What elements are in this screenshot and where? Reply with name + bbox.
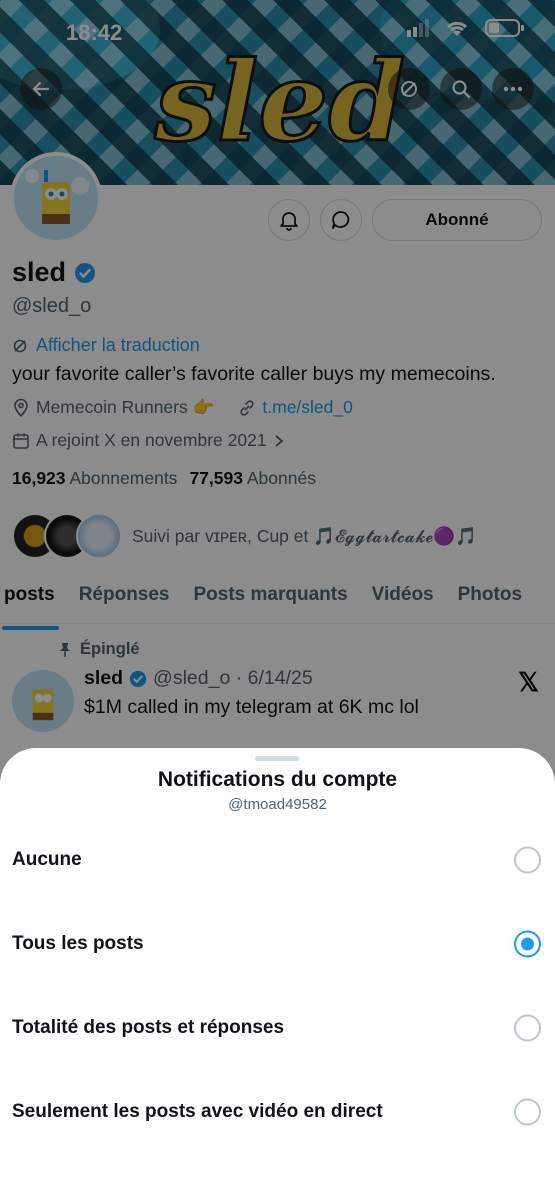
option-all-posts[interactable]: Tous les posts bbox=[0, 902, 555, 986]
option-label: Totalité des posts et réponses bbox=[12, 1017, 285, 1038]
sheet-subtitle: @tmoad49582 bbox=[228, 796, 327, 813]
option-none[interactable]: Aucune bbox=[0, 818, 555, 902]
option-label: Seulement les posts avec vidéo en direct bbox=[12, 1101, 383, 1122]
option-posts-and-replies[interactable]: Totalité des posts et réponses bbox=[0, 986, 555, 1070]
radio-button[interactable] bbox=[514, 930, 541, 958]
radio-button[interactable] bbox=[514, 846, 541, 874]
option-label: Aucune bbox=[12, 849, 82, 870]
option-label: Tous les posts bbox=[12, 933, 144, 954]
option-live-video-only[interactable]: Seulement les posts avec vidéo en direct bbox=[0, 1070, 555, 1154]
radio-button[interactable] bbox=[514, 1014, 541, 1042]
sheet-title: Notifications du compte bbox=[157, 768, 398, 791]
radio-button[interactable] bbox=[514, 1098, 541, 1126]
account-notifications-sheet: Notifications du compte @tmoad49582 Aucu… bbox=[0, 748, 555, 1200]
sheet-grabber[interactable] bbox=[255, 756, 299, 761]
